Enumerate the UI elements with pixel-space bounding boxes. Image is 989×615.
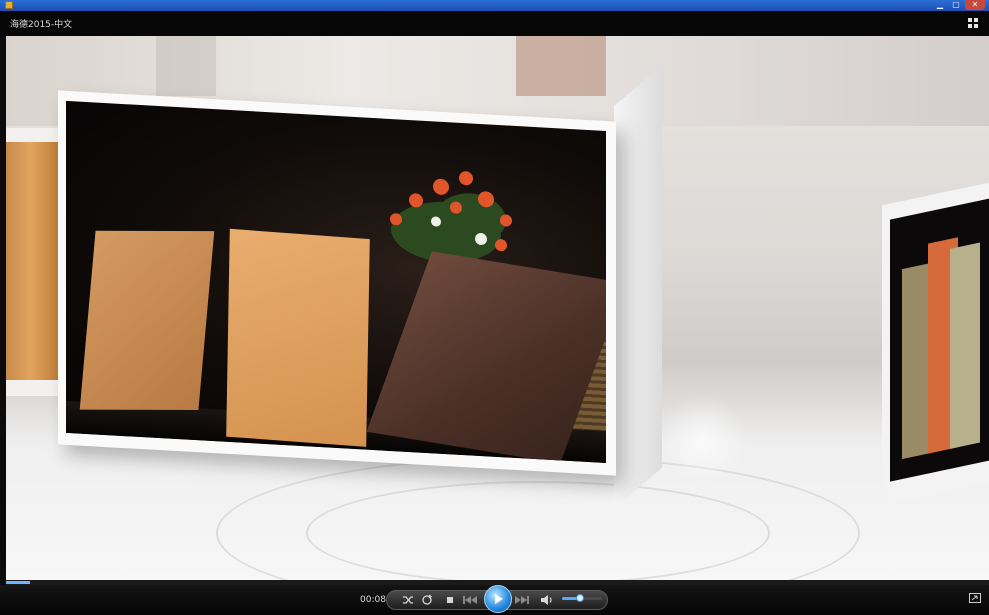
window-title: 海德2015-中文	[10, 20, 73, 30]
left-panel-image	[6, 142, 66, 380]
right-side-panel	[882, 182, 989, 506]
light-glow	[658, 394, 748, 484]
main-panel-edge	[614, 65, 662, 509]
player-titlebar: 海德2015-中文	[0, 11, 989, 36]
maximize-button[interactable]: ▢	[949, 0, 963, 10]
main-panel-photo	[66, 100, 606, 464]
video-canvas[interactable]	[6, 36, 989, 580]
volume-slider[interactable]	[562, 594, 602, 602]
next-icon[interactable]	[513, 592, 531, 608]
minimize-button[interactable]: ▁	[933, 0, 947, 10]
repeat-icon[interactable]	[420, 592, 434, 608]
main-panel	[58, 90, 616, 476]
floor-ring	[306, 481, 770, 580]
stop-icon[interactable]	[443, 592, 457, 608]
volume-slider-thumb[interactable]	[576, 594, 584, 602]
close-button[interactable]: ✕	[965, 0, 985, 10]
playback-controls: 00:08	[0, 585, 989, 615]
wood-sample-board	[366, 251, 606, 464]
seek-progress	[6, 581, 30, 584]
right-panel-image	[890, 198, 989, 482]
previous-icon[interactable]	[461, 592, 479, 608]
play-button[interactable]	[484, 585, 512, 613]
volume-icon[interactable]	[539, 592, 555, 608]
app-icon	[5, 1, 13, 9]
ceiling-beam	[516, 36, 606, 96]
fullscreen-icon[interactable]	[967, 17, 979, 29]
window-caption-strip: ▁ ▢ ✕	[0, 0, 989, 11]
shuffle-icon[interactable]	[401, 592, 415, 608]
panel-board	[950, 242, 980, 449]
ceiling-beam	[156, 36, 216, 96]
wood-sample-board	[79, 230, 215, 411]
media-player-window: ▁ ▢ ✕ 海德2015-中文 00:08	[0, 0, 989, 615]
current-time: 00:08	[360, 595, 386, 605]
window-controls: ▁ ▢ ✕	[933, 0, 985, 11]
wood-sample-board	[226, 228, 370, 447]
play-icon	[495, 594, 503, 604]
switch-to-library-icon[interactable]	[969, 593, 981, 603]
